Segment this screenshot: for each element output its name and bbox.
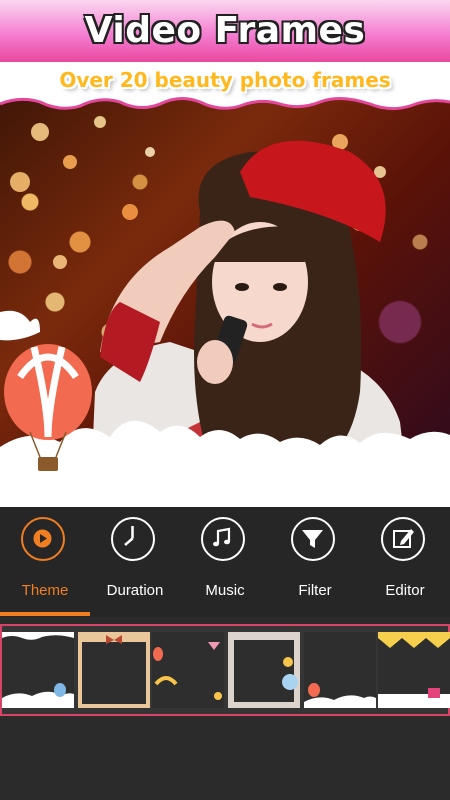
editor-toolbar: Theme Duration Music Filter Editor bbox=[0, 507, 450, 617]
frame-thumb-cloud-balloon[interactable] bbox=[2, 632, 74, 708]
tab-filter-label: Filter bbox=[298, 582, 332, 599]
funnel-icon bbox=[291, 517, 335, 561]
tab-editor-label: Editor bbox=[385, 582, 425, 599]
frame-thumb-bear-balloon[interactable] bbox=[228, 632, 300, 708]
photo-preview bbox=[0, 62, 450, 507]
frame-thumb-rainbow-balloon[interactable] bbox=[152, 632, 224, 708]
promo-subtitle: Over 20 beauty photo frames bbox=[59, 68, 391, 92]
clock-icon bbox=[111, 517, 155, 561]
frames-strip[interactable] bbox=[0, 624, 450, 716]
active-tab-indicator bbox=[0, 612, 90, 616]
tab-filter[interactable]: Filter bbox=[270, 507, 360, 617]
tab-music-label: Music bbox=[205, 582, 245, 599]
tab-music[interactable]: Music bbox=[180, 507, 270, 617]
header-banner: Video Frames bbox=[0, 0, 450, 62]
frame-thumb-party[interactable] bbox=[378, 632, 450, 708]
tab-editor[interactable]: Editor bbox=[360, 507, 450, 617]
tab-duration[interactable]: Duration bbox=[90, 507, 180, 617]
tab-theme[interactable]: Theme bbox=[0, 507, 90, 617]
tab-duration-label: Duration bbox=[106, 582, 164, 599]
tab-theme-label: Theme bbox=[21, 582, 69, 599]
play-circle-icon bbox=[21, 517, 65, 561]
edit-icon bbox=[381, 517, 425, 561]
music-note-icon bbox=[201, 517, 245, 561]
cloud-decoration bbox=[0, 310, 450, 507]
frame-thumb-ribbon-border[interactable] bbox=[78, 632, 150, 708]
app-title: Video Frames bbox=[84, 10, 366, 51]
bottom-area bbox=[0, 716, 450, 800]
frame-thumb-bunting[interactable] bbox=[304, 632, 376, 708]
